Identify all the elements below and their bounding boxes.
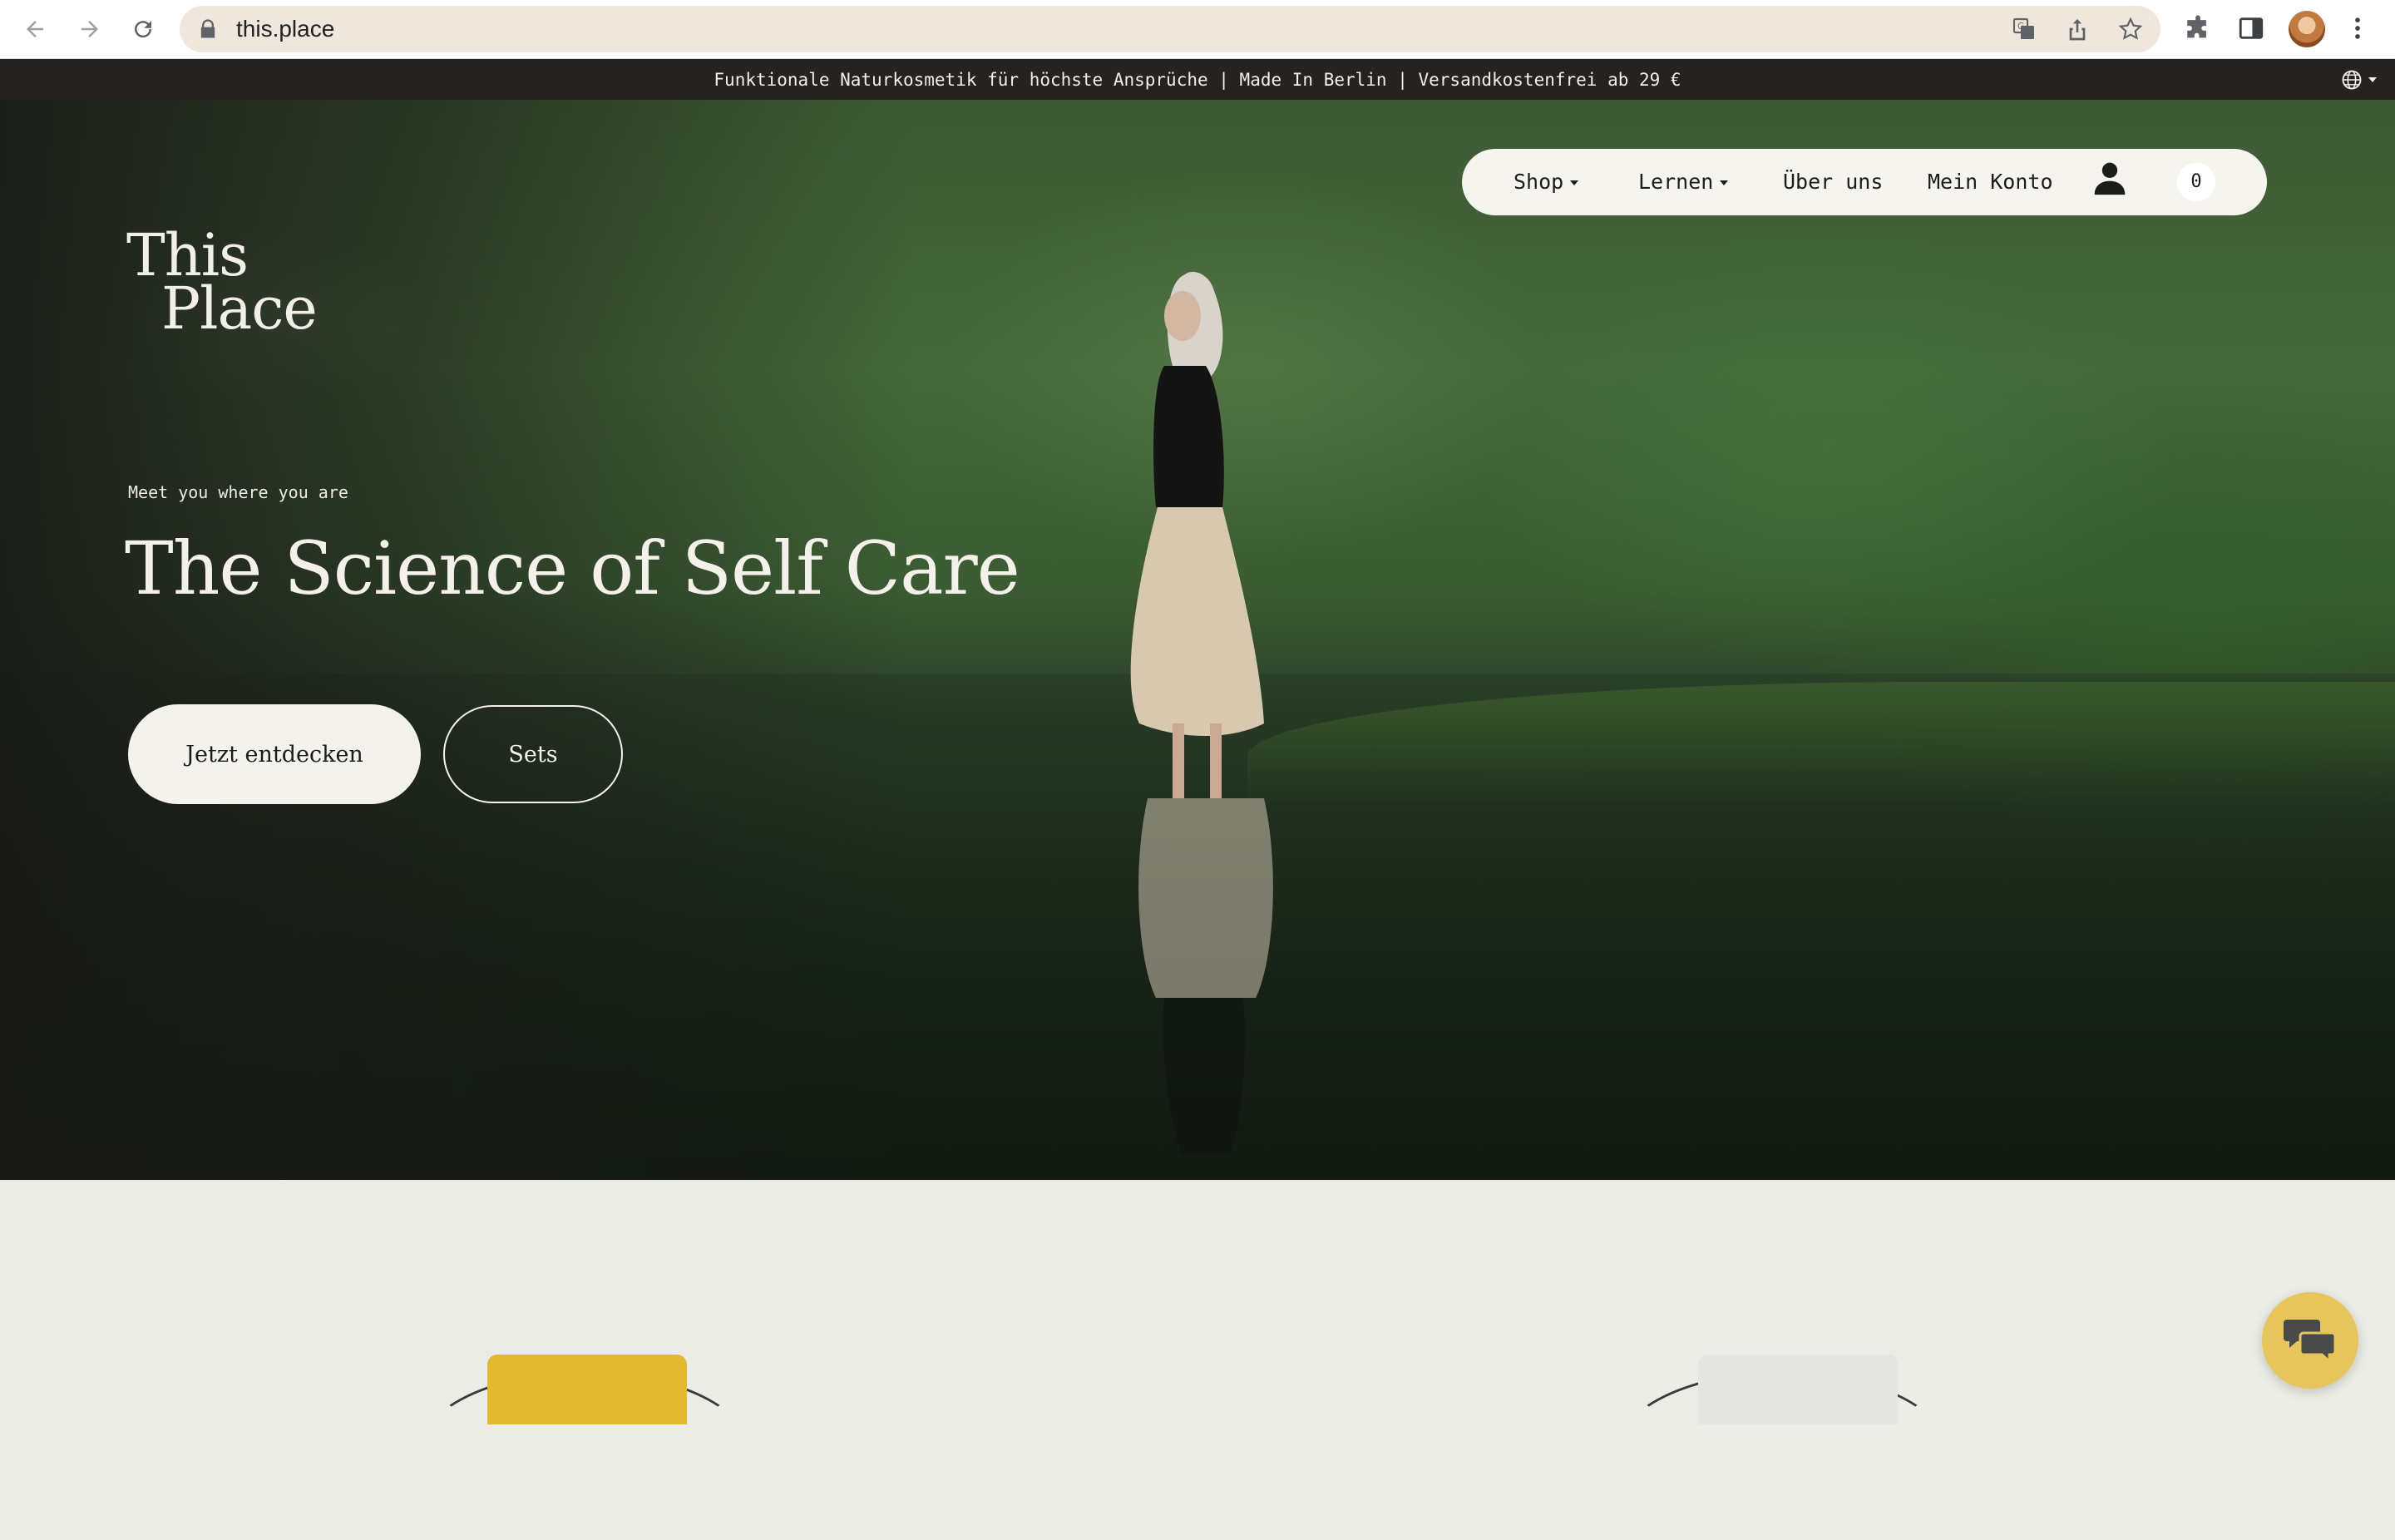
figure-reflection (1138, 798, 1273, 1156)
cart-count-badge[interactable]: 0 (2177, 163, 2215, 201)
main-navigation: Shop Lernen Über uns Mein Konto (1462, 149, 2267, 215)
url-text[interactable]: this.place (236, 6, 334, 52)
back-arrow-icon (27, 21, 43, 37)
side-panel-icon[interactable] (2237, 14, 2265, 42)
site-logo[interactable]: This Place (126, 226, 318, 343)
profile-avatar[interactable] (2289, 11, 2325, 47)
hero-woman-figure (1130, 271, 1264, 798)
nav-lernen[interactable]: Lernen (1638, 149, 1729, 215)
language-switcher[interactable] (2340, 68, 2377, 91)
forward-arrow-icon (81, 21, 98, 37)
translate-icon[interactable]: G (2011, 16, 2037, 42)
product-pouch-white (1698, 1355, 1898, 1424)
discover-button[interactable]: Jetzt entdecken (128, 704, 421, 804)
product-card-white[interactable] (1613, 1355, 1951, 1424)
user-icon[interactable] (2091, 160, 2128, 196)
sets-button[interactable]: Sets (443, 705, 623, 803)
reload-icon (135, 21, 152, 38)
chevron-down-icon (1720, 180, 1729, 185)
star-icon[interactable] (2117, 16, 2144, 42)
logo-line2: Place (161, 274, 318, 343)
product-pouch-yellow (487, 1355, 687, 1424)
chevron-down-icon (1570, 180, 1579, 185)
announcement-bar: Funktionale Naturkosmetik für höchste An… (0, 59, 2395, 100)
nav-shop[interactable]: Shop (1514, 149, 1579, 215)
puzzle-icon[interactable] (2184, 14, 2212, 42)
reload-button[interactable] (125, 11, 161, 47)
kebab-menu-icon[interactable] (2343, 14, 2372, 42)
nav-shop-label: Shop (1514, 170, 1564, 194)
lock-icon (200, 19, 215, 38)
globe-icon (2342, 70, 2362, 90)
nav-lernen-label: Lernen (1638, 170, 1714, 194)
browser-toolbar: this.place G (0, 0, 2395, 59)
product-card-yellow[interactable] (416, 1355, 753, 1424)
hero-title: The Science of Self Care (125, 526, 1020, 611)
chat-bubbles-icon (2284, 1320, 2337, 1365)
nav-ueber-uns[interactable]: Über uns (1783, 149, 1883, 215)
chat-button[interactable] (2262, 1292, 2358, 1389)
nav-mein-konto[interactable]: Mein Konto (1928, 149, 2053, 215)
svg-text:G: G (2017, 21, 2024, 32)
hero-eyebrow: Meet you where you are (128, 482, 348, 502)
share-icon[interactable] (2064, 16, 2091, 42)
product-teaser-section (0, 1180, 2395, 1424)
hero-section: This Place (0, 100, 2395, 1180)
chevron-down-icon (2368, 77, 2377, 82)
announcement-text: Funktionale Naturkosmetik für höchste An… (714, 69, 1681, 90)
address-bar[interactable]: this.place G (180, 6, 2160, 52)
forward-button[interactable] (72, 11, 108, 47)
back-button[interactable] (17, 11, 53, 47)
